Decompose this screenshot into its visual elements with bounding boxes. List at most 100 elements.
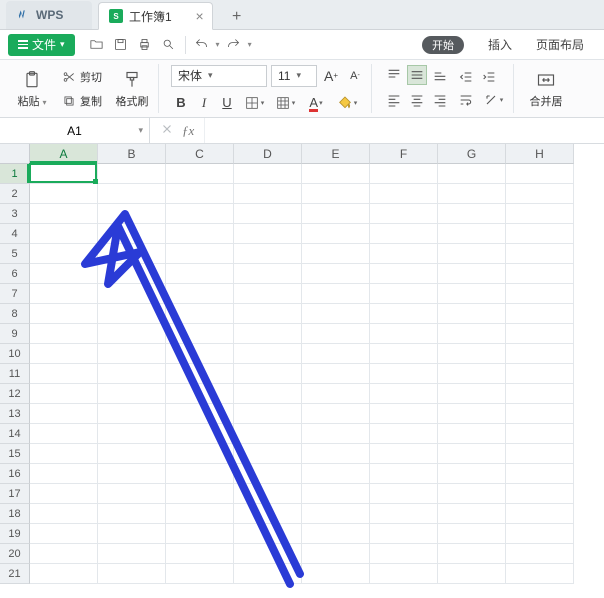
cell[interactable] [370, 364, 438, 384]
increase-font-button[interactable]: A+ [321, 66, 341, 86]
cell[interactable] [234, 404, 302, 424]
fx-icon[interactable]: ƒx [182, 123, 194, 139]
cell[interactable] [234, 324, 302, 344]
cell[interactable] [166, 284, 234, 304]
cell[interactable] [302, 304, 370, 324]
cell[interactable] [370, 544, 438, 564]
cell[interactable] [166, 464, 234, 484]
cell[interactable] [506, 224, 574, 244]
column-header[interactable]: H [506, 144, 574, 164]
cell[interactable] [302, 424, 370, 444]
cell[interactable] [166, 484, 234, 504]
cell[interactable] [98, 504, 166, 524]
cut-button[interactable]: 剪切 [58, 66, 106, 88]
tab-insert[interactable]: 插入 [476, 30, 524, 60]
cell[interactable] [370, 164, 438, 184]
merge-cells-button[interactable]: 合并居 [526, 64, 566, 114]
wps-home-tab[interactable]: WPS [6, 1, 92, 29]
cell[interactable] [370, 524, 438, 544]
column-header[interactable]: B [98, 144, 166, 164]
cell[interactable] [30, 444, 98, 464]
row-header[interactable]: 10 [0, 344, 30, 364]
cell[interactable] [166, 344, 234, 364]
cell[interactable] [438, 244, 506, 264]
cell[interactable] [506, 204, 574, 224]
cell[interactable] [234, 264, 302, 284]
align-top-button[interactable] [384, 65, 404, 85]
cell[interactable] [234, 184, 302, 204]
row-header[interactable]: 8 [0, 304, 30, 324]
row-header[interactable]: 13 [0, 404, 30, 424]
cell[interactable] [30, 164, 98, 184]
cell[interactable] [166, 404, 234, 424]
cell[interactable] [302, 264, 370, 284]
column-header[interactable]: A [30, 144, 98, 164]
orientation-button[interactable]: ▾ [479, 90, 507, 110]
cell[interactable] [370, 344, 438, 364]
cell[interactable] [234, 344, 302, 364]
cell[interactable] [98, 204, 166, 224]
cell[interactable] [506, 184, 574, 204]
cell[interactable] [166, 364, 234, 384]
cell[interactable] [438, 504, 506, 524]
cell[interactable] [30, 204, 98, 224]
cell[interactable] [166, 204, 234, 224]
row-header[interactable]: 19 [0, 524, 30, 544]
cell[interactable] [98, 564, 166, 584]
cell[interactable] [370, 204, 438, 224]
file-menu-button[interactable]: 文件 ▾ [8, 34, 75, 56]
cell[interactable] [506, 464, 574, 484]
cell[interactable] [98, 184, 166, 204]
cell[interactable] [438, 564, 506, 584]
cell[interactable] [506, 484, 574, 504]
cell[interactable] [30, 344, 98, 364]
cell[interactable] [98, 224, 166, 244]
align-middle-button[interactable] [407, 65, 427, 85]
font-color-button[interactable]: A▾ [302, 93, 330, 113]
print-icon[interactable] [137, 37, 153, 53]
paste-button[interactable]: 粘贴 ▾ [12, 64, 52, 114]
underline-button[interactable]: U [217, 93, 237, 113]
name-box-input[interactable] [0, 118, 149, 143]
cell[interactable] [302, 464, 370, 484]
cell[interactable] [234, 444, 302, 464]
cell[interactable] [506, 344, 574, 364]
cell[interactable] [30, 384, 98, 404]
cell[interactable] [506, 544, 574, 564]
cell[interactable] [506, 364, 574, 384]
cell[interactable] [166, 444, 234, 464]
save-icon[interactable] [113, 37, 129, 53]
cell[interactable] [438, 164, 506, 184]
cell[interactable] [438, 444, 506, 464]
cell[interactable] [30, 464, 98, 484]
bold-button[interactable]: B [171, 93, 191, 113]
column-header[interactable]: D [234, 144, 302, 164]
cell[interactable] [302, 344, 370, 364]
cell[interactable] [370, 224, 438, 244]
cell[interactable] [302, 524, 370, 544]
cell[interactable] [234, 384, 302, 404]
borders-button[interactable]: ▾ [240, 93, 268, 113]
cell[interactable] [234, 504, 302, 524]
cell[interactable] [302, 284, 370, 304]
italic-button[interactable]: I [194, 93, 214, 113]
align-right-button[interactable] [430, 90, 450, 110]
cell[interactable] [438, 184, 506, 204]
row-header[interactable]: 20 [0, 544, 30, 564]
cell[interactable] [506, 444, 574, 464]
cell[interactable] [302, 184, 370, 204]
cell[interactable] [30, 564, 98, 584]
cell[interactable] [234, 564, 302, 584]
row-header[interactable]: 5 [0, 244, 30, 264]
cell[interactable] [30, 304, 98, 324]
cell[interactable] [370, 244, 438, 264]
cell[interactable] [30, 284, 98, 304]
cell[interactable] [506, 564, 574, 584]
cell[interactable] [370, 504, 438, 524]
cell[interactable] [30, 524, 98, 544]
cell[interactable] [166, 384, 234, 404]
row-header[interactable]: 6 [0, 264, 30, 284]
cell[interactable] [98, 384, 166, 404]
tab-start[interactable]: 开始 [410, 30, 476, 60]
cell[interactable] [234, 164, 302, 184]
